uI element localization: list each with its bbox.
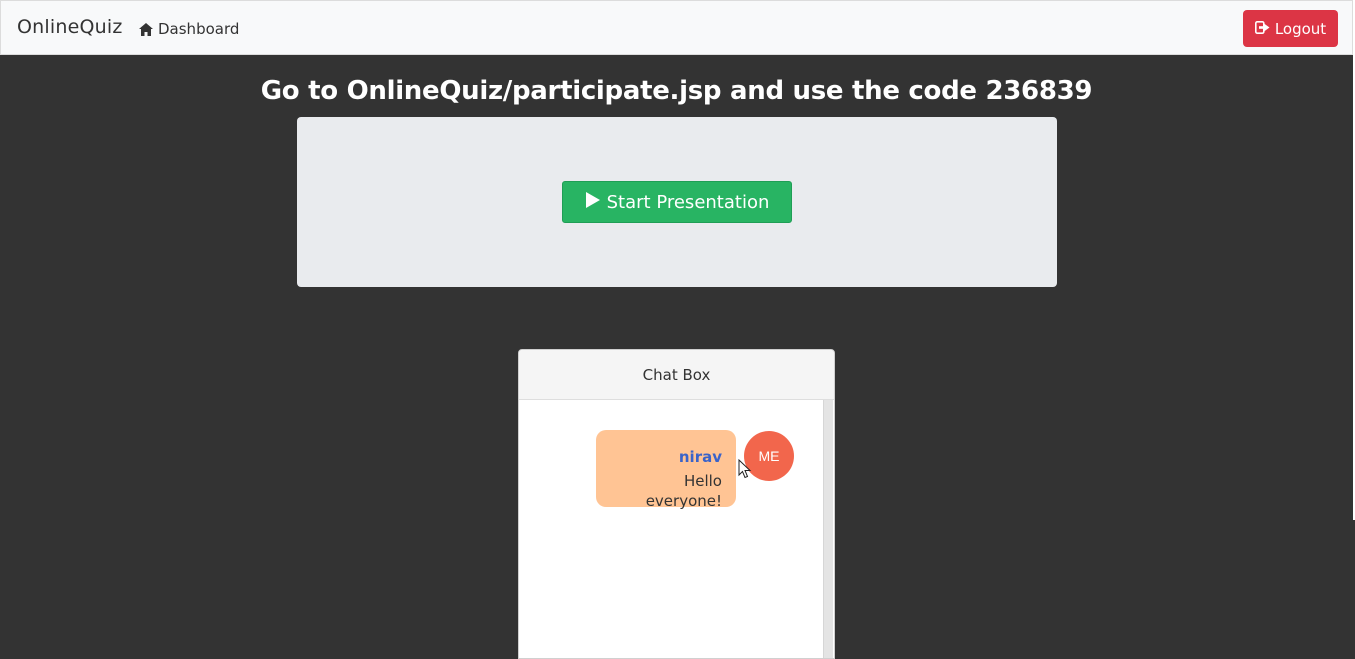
chat-message-list[interactable]: nirav Hello everyone! ME — [519, 400, 834, 658]
sign-out-icon — [1254, 20, 1270, 38]
nav-dashboard-link[interactable]: Dashboard — [139, 20, 239, 38]
home-icon — [139, 22, 153, 36]
brand-link[interactable]: OnlineQuiz — [17, 16, 123, 38]
chat-message: nirav Hello everyone! — [596, 430, 736, 510]
chat-scrollbar[interactable] — [823, 400, 833, 658]
chat-box: Chat Box nirav Hello everyone! ME — [518, 349, 835, 659]
chat-box-title: Chat Box — [642, 365, 711, 384]
message-text: Hello everyone! — [645, 472, 722, 510]
top-navbar: OnlineQuiz Dashboard Logout — [0, 0, 1353, 55]
chat-box-header: Chat Box — [519, 350, 834, 400]
logout-label: Logout — [1274, 19, 1327, 38]
start-presentation-label: Start Presentation — [606, 191, 770, 213]
play-icon — [585, 191, 601, 214]
nav-dashboard-label: Dashboard — [158, 20, 240, 38]
message-author: nirav — [678, 448, 722, 466]
mouse-cursor-icon — [738, 458, 752, 483]
presentation-panel: Start Presentation — [297, 117, 1057, 287]
start-presentation-button[interactable]: Start Presentation — [562, 181, 792, 223]
logout-button[interactable]: Logout — [1243, 10, 1338, 47]
participation-headline: Go to OnlineQuiz/participate.jsp and use… — [260, 76, 1093, 106]
